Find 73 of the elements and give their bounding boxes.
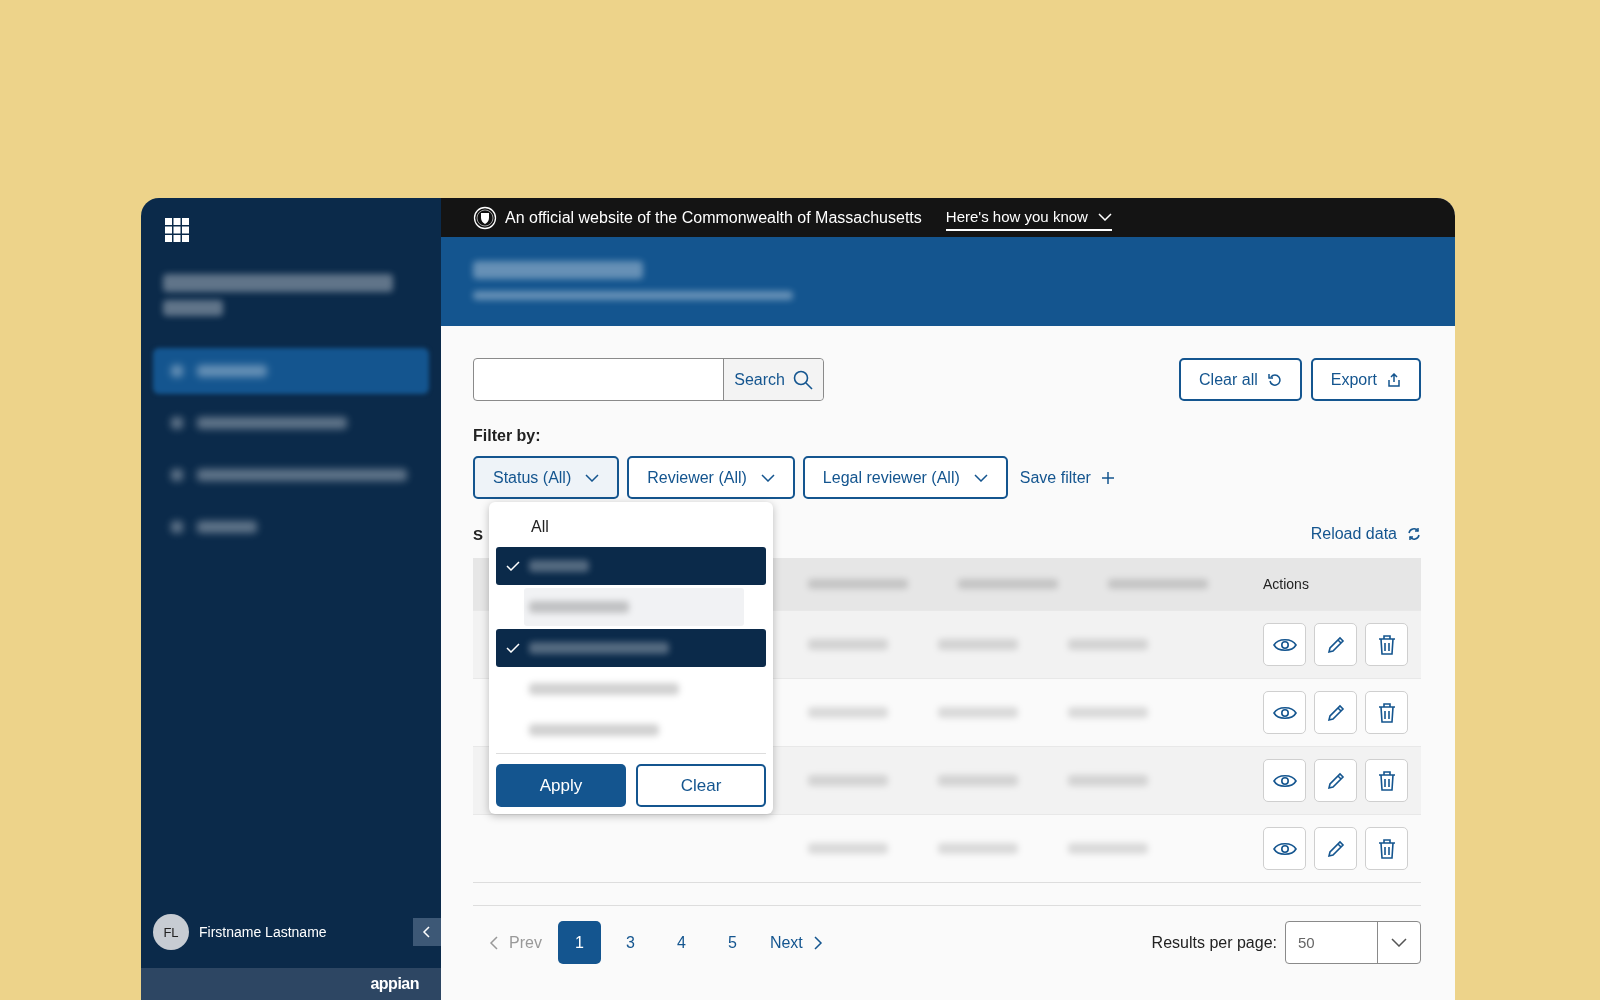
search-field[interactable]: Search <box>473 358 824 401</box>
reset-icon <box>1267 372 1282 387</box>
export-button[interactable]: Export <box>1310 358 1421 401</box>
chevron-down-icon <box>973 473 988 482</box>
apply-button[interactable]: Apply <box>496 764 626 807</box>
filter-dropdown[interactable]: Legal reviewer (All) <box>802 456 1008 499</box>
eye-icon <box>1272 772 1297 789</box>
refresh-icon <box>1407 527 1421 541</box>
export-icon <box>1387 372 1401 387</box>
save-filter-button[interactable]: Save filter <box>1015 468 1119 487</box>
column-header: Actions <box>1263 576 1310 592</box>
page-button[interactable]: 1 <box>557 921 601 964</box>
view-button[interactable] <box>1263 691 1306 734</box>
edit-button[interactable] <box>1314 623 1357 666</box>
seal-icon <box>473 205 497 230</box>
pencil-icon <box>1325 702 1346 723</box>
checkmark-icon <box>506 561 520 571</box>
menu-option[interactable]: All <box>496 510 766 544</box>
clear-button[interactable]: Clear <box>636 764 766 807</box>
trash-icon <box>1377 770 1396 791</box>
search-button[interactable]: Search <box>723 359 823 400</box>
clear-all-button[interactable]: Clear all <box>1179 358 1302 401</box>
delete-button[interactable] <box>1365 759 1408 802</box>
user-name: Firstname Lastname <box>199 924 328 940</box>
results-label: Results per page: <box>1151 933 1277 952</box>
view-button[interactable] <box>1263 827 1306 870</box>
chevron-left-icon <box>489 935 499 950</box>
blurred-text <box>163 300 223 316</box>
delete-button[interactable] <box>1365 827 1408 870</box>
results-per-page-select[interactable]: 50 <box>1285 921 1421 964</box>
filter-dropdown[interactable]: Reviewer (All) <box>627 456 795 499</box>
edit-button[interactable] <box>1314 759 1357 802</box>
chevron-right-icon <box>812 935 823 950</box>
eye-icon <box>1272 704 1297 721</box>
menu-option[interactable] <box>496 629 766 667</box>
page-button[interactable]: 5 <box>710 921 754 964</box>
brand-logo: appian <box>370 975 419 993</box>
collapse-button[interactable] <box>413 918 441 946</box>
trash-icon <box>1377 634 1396 655</box>
user-avatar[interactable]: FL <box>153 914 189 950</box>
section-title: S <box>473 525 483 543</box>
pencil-icon <box>1325 838 1346 859</box>
page-button[interactable]: 3 <box>608 921 652 964</box>
checkmark-icon <box>506 643 520 653</box>
chevron-left-icon <box>422 926 432 938</box>
eye-icon <box>1272 636 1297 653</box>
search-icon <box>793 369 813 390</box>
delete-button[interactable] <box>1365 623 1408 666</box>
reload-button[interactable]: Reload data <box>1310 525 1421 543</box>
delete-button[interactable] <box>1365 691 1408 734</box>
chevron-down-icon <box>1097 212 1112 221</box>
pencil-icon <box>1325 634 1346 655</box>
trash-icon <box>1377 702 1396 723</box>
view-button[interactable] <box>1263 623 1306 666</box>
trash-icon <box>1377 838 1396 859</box>
chevron-down-icon <box>1391 938 1407 947</box>
how-you-know-link[interactable]: Here's how you know <box>945 204 1112 231</box>
official-notice: An official website of the Commonwealth of Massachusetts <box>505 208 922 227</box>
pencil-icon <box>1325 770 1346 791</box>
sidebar-item[interactable] <box>153 348 429 394</box>
menu-option[interactable] <box>496 547 766 585</box>
plus-icon <box>1100 470 1115 485</box>
next-button[interactable]: Next <box>761 933 831 952</box>
filter-label: Filter by: <box>473 427 542 445</box>
page-button[interactable]: 4 <box>659 921 703 964</box>
edit-button[interactable] <box>1314 691 1357 734</box>
filter-dropdown[interactable]: Status (All) <box>473 456 620 499</box>
chevron-down-icon <box>585 473 600 482</box>
app-grid-icon[interactable] <box>165 218 189 242</box>
eye-icon <box>1272 840 1297 857</box>
chevron-down-icon <box>760 473 775 482</box>
edit-button[interactable] <box>1314 827 1357 870</box>
view-button[interactable] <box>1263 759 1306 802</box>
